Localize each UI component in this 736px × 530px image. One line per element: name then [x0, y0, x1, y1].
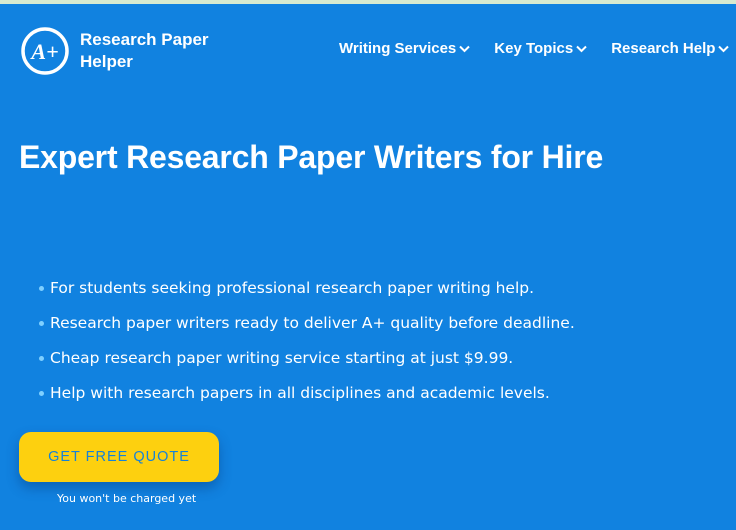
- nav-key-topics[interactable]: Key Topics: [494, 40, 587, 57]
- benefit-item: Research paper writers ready to deliver …: [39, 306, 710, 341]
- hero-title: Expert Research Paper Writers for Hire: [19, 139, 604, 175]
- benefit-item: Cheap research paper writing service sta…: [39, 341, 710, 376]
- logo-wordmark: Research Paper Helper: [80, 29, 240, 73]
- no-charge-note: You won't be charged yet: [57, 492, 197, 505]
- benefit-item: For students seeking professional resear…: [39, 271, 710, 306]
- site-logo[interactable]: A+ Research Paper Helper: [20, 26, 240, 76]
- nav-writing-services-label: Writing Services: [339, 40, 457, 57]
- logo-mark-text: A+: [29, 39, 58, 64]
- get-free-quote-button[interactable]: GET FREE QUOTE: [19, 432, 219, 482]
- main-nav: Writing Services Key Topics Research Hel…: [339, 40, 730, 57]
- nav-key-topics-label: Key Topics: [494, 40, 574, 57]
- nav-research-help[interactable]: Research Help: [611, 40, 730, 57]
- chevron-down-icon: [459, 45, 470, 52]
- benefit-item: Help with research papers in all discipl…: [39, 376, 710, 411]
- logo-name-line2: Helper: [80, 52, 133, 71]
- chevron-down-icon: [718, 45, 730, 52]
- chevron-down-icon: [576, 45, 587, 52]
- nav-research-help-label: Research Help: [611, 40, 716, 57]
- logo-name-line1: Research Paper: [80, 30, 209, 49]
- benefit-list: For students seeking professional resear…: [39, 271, 710, 411]
- a-plus-logo-icon: A+: [21, 27, 69, 75]
- site-header: A+ Research Paper Helper Writing Service…: [0, 4, 736, 96]
- nav-writing-services[interactable]: Writing Services: [339, 40, 470, 57]
